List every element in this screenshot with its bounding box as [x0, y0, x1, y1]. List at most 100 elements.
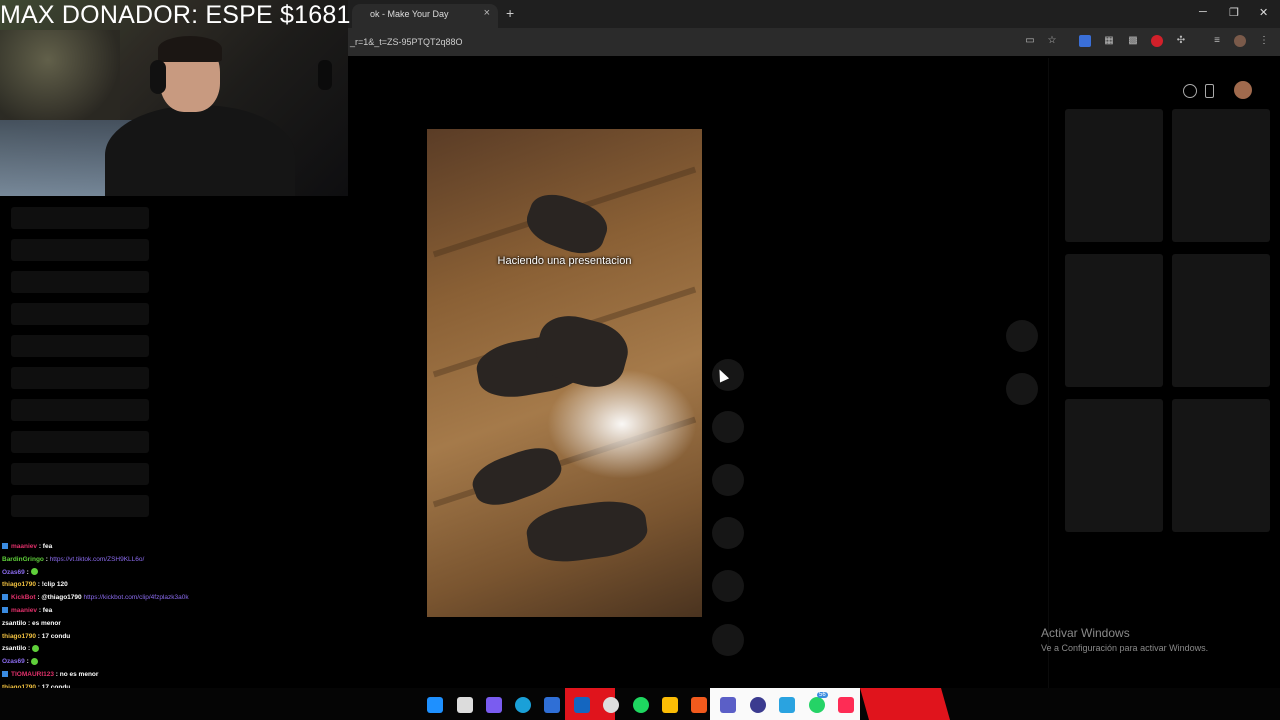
skeleton-row: [11, 239, 149, 261]
sound-button[interactable]: [712, 624, 744, 656]
next-video-button[interactable]: [1006, 373, 1038, 405]
minimize-button[interactable]: ─: [1199, 6, 1207, 18]
chat-message: zsantilo :: [2, 643, 342, 656]
skeleton-row: [11, 431, 149, 453]
chat-message: BardinGringo : https://vt.tiktok.com/ZSH…: [2, 554, 342, 567]
chat-text: : es menor: [26, 619, 61, 627]
chat-username[interactable]: thiago1790: [2, 581, 36, 588]
brave-icon[interactable]: [691, 697, 707, 713]
chat-username[interactable]: maaniev: [11, 607, 37, 614]
teams-icon[interactable]: [720, 697, 736, 713]
video-thumbnail[interactable]: [1065, 254, 1163, 387]
obs-icon[interactable]: [603, 697, 619, 713]
compass-icon[interactable]: [1183, 84, 1197, 98]
chat-text: :: [24, 658, 31, 666]
tiktok-icon[interactable]: [838, 697, 854, 713]
tiktok-video[interactable]: Haciendo una presentacion: [427, 129, 702, 617]
chat-message: maaniev : fea: [2, 605, 342, 618]
video-thumbnail[interactable]: [1065, 109, 1163, 242]
background-light: [0, 30, 120, 130]
chat-username[interactable]: zsantilo: [2, 620, 26, 627]
video-thumbnail[interactable]: [1065, 399, 1163, 532]
moderator-badge-icon: [2, 671, 8, 678]
chat-message: Ozas69 :: [2, 656, 342, 669]
record-extension-icon[interactable]: [1151, 35, 1163, 47]
moderator-badge-icon: [2, 594, 8, 601]
streamer-hair: [158, 36, 222, 62]
chat-emote-icon: [30, 568, 38, 576]
chat-text: : fea: [37, 543, 53, 550]
extension-icon[interactable]: ▩: [1127, 35, 1139, 47]
chat-link[interactable]: https://vt.tiktok.com/ZSH9KLL6o/: [50, 556, 145, 563]
chat-message: Ozas69 :: [2, 567, 342, 580]
video-thumbnail[interactable]: [1172, 254, 1270, 387]
video-thumbnail[interactable]: [1172, 399, 1270, 532]
install-app-icon[interactable]: ▭: [1024, 35, 1036, 47]
chat-text: : 17 condu: [35, 632, 71, 640]
chat-message: maaniev : fea: [2, 541, 342, 554]
moderator-badge-icon: [2, 607, 8, 614]
device-icon[interactable]: [1205, 84, 1214, 98]
stage-light: [547, 369, 697, 479]
video-caption: Haciendo una presentacion: [497, 255, 632, 267]
chat-link[interactable]: https://kickbot.com/clip/4fzplazk3a0k: [83, 594, 188, 601]
outlook-icon[interactable]: [574, 697, 590, 713]
taskbar-badge: 56: [817, 692, 828, 698]
activate-windows-subtitle: Ve a Configuración para activar Windows.: [1041, 643, 1209, 653]
translate-extension-icon[interactable]: [1079, 35, 1091, 47]
save-button[interactable]: [712, 464, 744, 496]
new-tab-button[interactable]: +: [506, 5, 514, 21]
chat-text: : no es menor: [53, 670, 99, 678]
previous-video-button[interactable]: [1006, 320, 1038, 352]
skeleton-row: [11, 303, 149, 325]
skeleton-row: [11, 271, 149, 293]
chat-username[interactable]: maaniev: [11, 543, 37, 550]
close-window-button[interactable]: ✕: [1259, 6, 1268, 19]
address-bar[interactable]: _r=1&_t=ZS-95PTQT2q88O: [350, 37, 463, 47]
store-icon[interactable]: [544, 697, 560, 713]
skeleton-row: [11, 207, 149, 229]
chat-text: :: [24, 568, 31, 576]
chat-emote-icon: [30, 657, 38, 665]
windows-start-icon[interactable]: [427, 697, 443, 713]
extensions-puzzle-icon[interactable]: ✣: [1175, 35, 1187, 47]
skeleton-row: [11, 463, 149, 485]
tab-close-icon[interactable]: ×: [484, 7, 490, 19]
file-explorer-icon[interactable]: [457, 697, 473, 713]
chat-username[interactable]: Ozas69: [2, 658, 25, 665]
skeleton-row: [11, 495, 149, 517]
streamer-body: [105, 105, 295, 196]
edge-icon[interactable]: [515, 697, 531, 713]
user-avatar[interactable]: [1234, 81, 1252, 99]
chat-message: thiago1790 : !clip 120: [2, 579, 342, 592]
dancer-figure: [523, 495, 651, 568]
chrome-icon[interactable]: [662, 697, 678, 713]
browser-tab[interactable]: ok - Make Your Day ×: [352, 4, 498, 28]
chat-username[interactable]: thiago1790: [2, 633, 36, 640]
spotify-icon[interactable]: [633, 697, 649, 713]
bookmark-star-icon[interactable]: ☆: [1046, 35, 1058, 47]
skeleton-row: [11, 367, 149, 389]
kebab-menu-icon[interactable]: ⋮: [1258, 35, 1270, 47]
chat-username[interactable]: BardinGringo: [2, 556, 44, 563]
copilot-icon[interactable]: [486, 697, 502, 713]
activate-windows-title: Activar Windows: [1041, 626, 1130, 640]
share-button[interactable]: [712, 517, 744, 549]
skeleton-row: [11, 399, 149, 421]
more-button[interactable]: [712, 570, 744, 602]
maximize-button[interactable]: ❐: [1229, 6, 1239, 19]
telegram-icon[interactable]: [779, 697, 795, 713]
extension-icon[interactable]: ▦: [1103, 35, 1115, 47]
chat-username[interactable]: TIOMAURI123: [11, 671, 54, 678]
tab-title: ok - Make Your Day: [370, 9, 449, 19]
chat-username[interactable]: KickBot: [11, 594, 36, 601]
profile-avatar[interactable]: [1234, 35, 1246, 47]
chat-text: : @thiago1790: [35, 594, 84, 602]
whatsapp-icon[interactable]: [809, 697, 825, 713]
chat-username[interactable]: zsantilo: [2, 645, 26, 652]
video-thumbnail[interactable]: [1172, 109, 1270, 242]
comment-button[interactable]: [712, 411, 744, 443]
chat-username[interactable]: Ozas69: [2, 569, 25, 576]
obs-studio-icon[interactable]: [750, 697, 766, 713]
reading-list-icon[interactable]: ≡: [1211, 35, 1223, 47]
